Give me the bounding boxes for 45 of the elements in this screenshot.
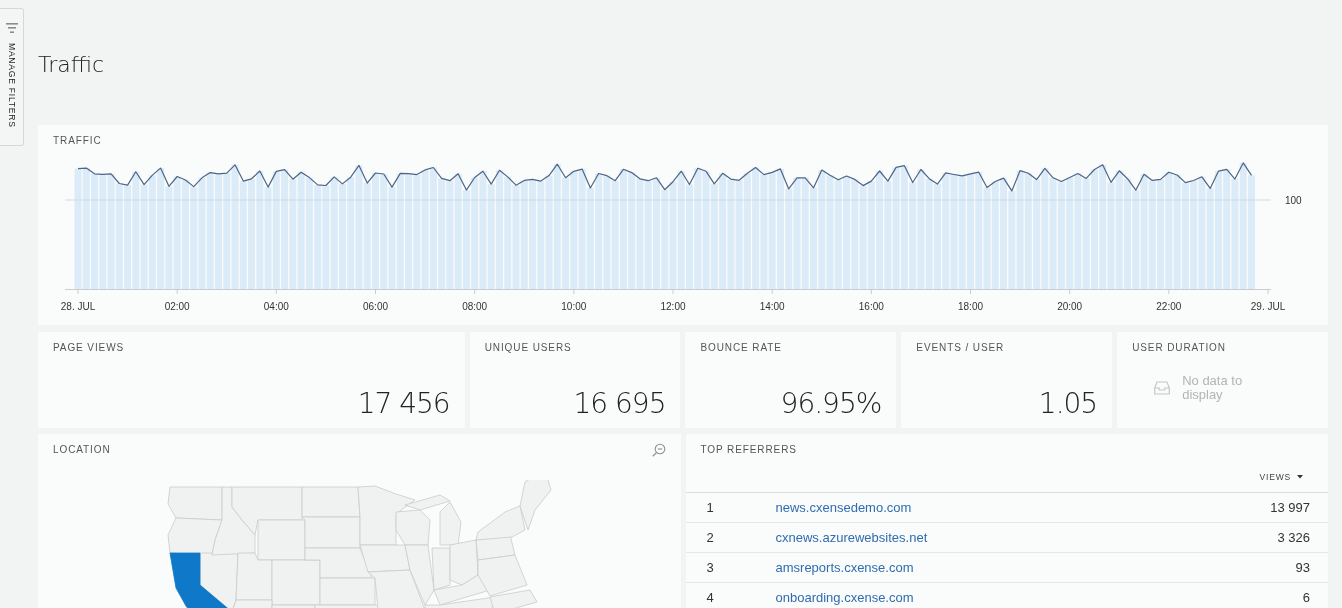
axis-label: 04:00 (263, 301, 289, 312)
axis-label: 10:00 (561, 301, 587, 312)
table-cell: 13 997 (1270, 500, 1310, 515)
page-title: Traffic (38, 51, 105, 79)
table-cell: 6 (1302, 590, 1310, 605)
card-title: PAGE VIEWS (53, 342, 125, 354)
filter-icon (5, 23, 18, 33)
axis-label: 100 (1285, 194, 1302, 206)
views-column-header[interactable]: VIEWS (1259, 472, 1303, 482)
zoom-out-icon[interactable] (651, 443, 666, 457)
metric-value: 96.95% (780, 388, 882, 420)
axis-label: 18:00 (958, 301, 983, 312)
card-title: TOP REFERRERS (700, 444, 797, 456)
table-cell: 3 326 (1277, 530, 1310, 545)
axis-label: 29. JUL (1250, 301, 1286, 312)
referrer-link[interactable]: amsreports.cxense.com (775, 560, 914, 575)
axis-label: 14:00 (759, 301, 785, 312)
axis-label: 28. JUL (60, 301, 96, 312)
referrer-link[interactable]: cxnews.azurewebsites.net (775, 530, 928, 545)
card-title: UNIQUE USERS (484, 342, 572, 354)
card-title: TRAFFIC (53, 135, 102, 147)
metric-value: 1.05 (1038, 388, 1098, 420)
card-title: BOUNCE RATE (700, 342, 782, 354)
axis-label: 12:00 (660, 301, 686, 312)
inbox-icon (1154, 381, 1171, 395)
axis-label: 06:00 (363, 301, 388, 312)
axis-label: 08:00 (462, 301, 488, 312)
card-title: LOCATION (53, 444, 111, 456)
table-cell: 4 (706, 590, 714, 605)
metric-value: 17 456 (357, 388, 450, 420)
manage-filters-tab[interactable]: MANAGE FILTERS (0, 8, 24, 146)
table-cell: 3 (706, 560, 714, 575)
card-title: USER DURATION (1132, 342, 1226, 354)
card-title: EVENTS / USER (916, 342, 1005, 354)
axis-label: 20:00 (1057, 301, 1083, 312)
axis-label: 16:00 (858, 301, 884, 312)
table-cell: 1 (706, 500, 714, 515)
axis-label: 02:00 (164, 301, 190, 312)
metric-value: 16 695 (573, 388, 666, 420)
referrer-link[interactable]: onboarding.cxense.com (775, 590, 914, 605)
axis-label: 22:00 (1156, 301, 1182, 312)
table-cell: 2 (706, 530, 714, 545)
referrer-link[interactable]: news.cxensedemo.com (775, 500, 912, 515)
empty-message: No data to display (1182, 374, 1244, 402)
table-cell: 93 (1295, 560, 1310, 575)
